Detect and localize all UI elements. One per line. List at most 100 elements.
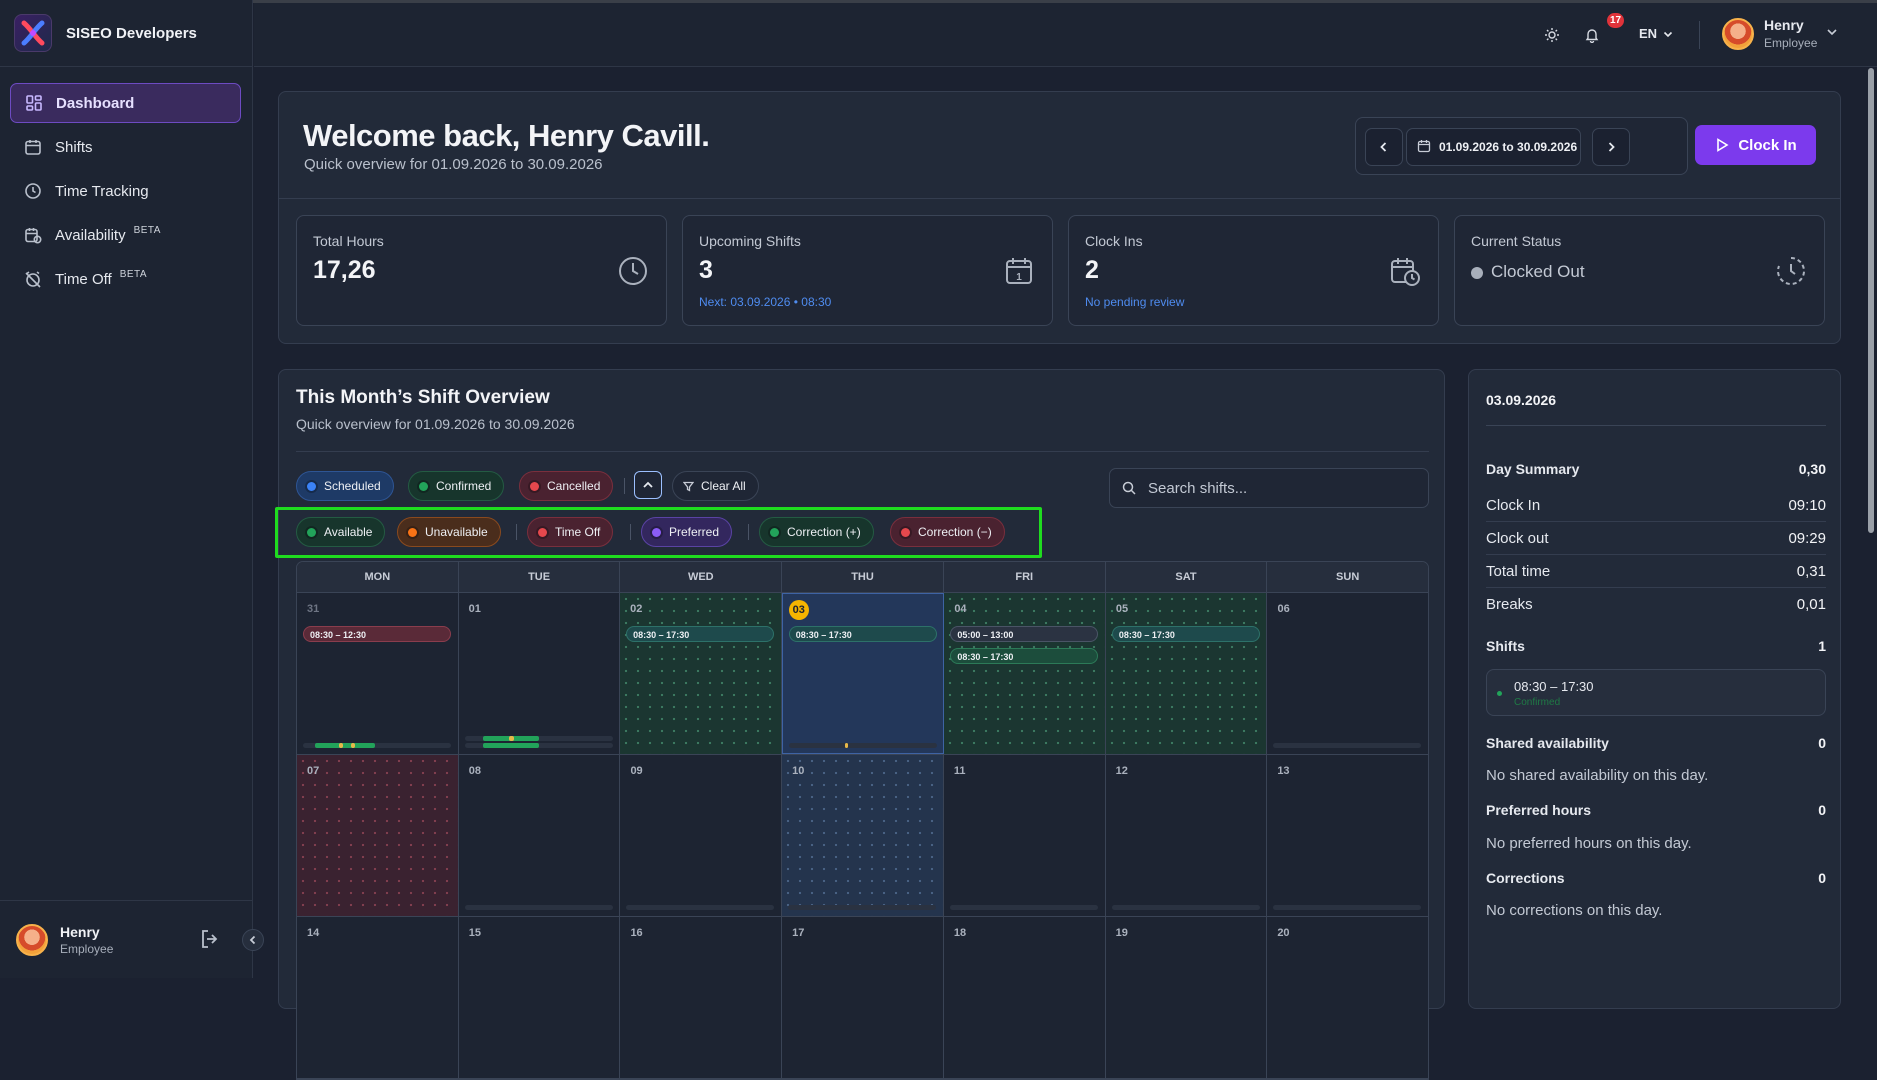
logout-icon[interactable] [198, 927, 222, 951]
shift-pill[interactable]: 08:30 – 17:30 [950, 648, 1099, 664]
calendar-day[interactable]: 04 05:00 – 13:00 08:30 – 17:30 [944, 593, 1106, 754]
day-number: 14 [307, 927, 320, 939]
avatar[interactable] [16, 923, 48, 956]
calendar-day[interactable]: 07 [297, 755, 459, 916]
row-label: Preferred hours [1486, 802, 1592, 818]
calendar-week: 14 15 16 17 18 19 20 [297, 917, 1428, 1079]
date-range-button[interactable]: 01.09.2026 to 30.09.2026 [1406, 128, 1581, 166]
day-detail-panel: 03.09.2026 Day Summary 0,30 Clock In 09:10… [1468, 369, 1841, 1009]
day-timeline-bar [1111, 905, 1260, 910]
day-number: 20 [1277, 927, 1290, 939]
chevron-down-icon [1663, 31, 1673, 37]
previous-range-button[interactable] [1365, 128, 1403, 166]
shift-pill[interactable]: 08:30 – 17:30 [1111, 626, 1260, 642]
row-label: Total time [1486, 563, 1551, 580]
calendar-day[interactable]: 11 [943, 755, 1106, 916]
calendar-icon [23, 137, 43, 157]
calendar-day[interactable]: 18 [943, 917, 1106, 1078]
calendar-day[interactable]: 05 08:30 – 17:30 [1105, 593, 1268, 754]
sidebar-item-label: Dashboard [56, 94, 135, 112]
brand[interactable]: SISEO Developers [0, 0, 253, 67]
filter-chip-scheduled[interactable]: Scheduled [296, 471, 394, 501]
sidebar-item-time-off[interactable]: Time Off BETA [10, 259, 241, 299]
calendar-day[interactable]: 12 [1105, 755, 1268, 916]
shift-pill[interactable]: 08:30 – 17:30 [626, 626, 775, 642]
search-input[interactable] [1146, 478, 1416, 498]
sidebar-item-label: Time Tracking [55, 182, 149, 200]
calendar-day[interactable]: 19 [1105, 917, 1268, 1078]
page-scrollbar[interactable] [1868, 68, 1874, 533]
timeline-segment [482, 743, 539, 748]
calendar-day[interactable]: 13 [1267, 755, 1428, 916]
theme-toggle-sun-icon[interactable] [1542, 25, 1562, 45]
sidebar: SISEO Developers Dashboard Shifts Time T… [0, 0, 253, 978]
alarm-off-icon [23, 269, 43, 289]
stat-total-hours: Total Hours 17,26 [296, 215, 667, 326]
calendar-day[interactable]: 02 08:30 – 17:30 [620, 593, 782, 754]
calendar-day[interactable]: 20 [1267, 917, 1428, 1078]
sidebar-item-time-tracking[interactable]: Time Tracking [10, 171, 241, 211]
day-number: 11 [953, 765, 966, 777]
filter-chip-cancelled[interactable]: Cancelled [519, 471, 614, 501]
stat-value: Clocked Out [1471, 262, 1585, 282]
search-shifts-field[interactable] [1109, 468, 1429, 508]
filter-chip-confirmed[interactable]: Confirmed [408, 471, 505, 501]
calendar-icon: 1 [1002, 254, 1036, 288]
calendar-day[interactable]: 09 [620, 755, 783, 916]
calendar-day-today[interactable]: 03 08:30 – 17:30 [781, 593, 945, 754]
user-menu-chevron-down-icon[interactable] [1826, 25, 1838, 43]
clear-all-filters-button[interactable]: Clear All [672, 471, 759, 501]
calendar-day[interactable]: 31 08:30 – 12:30 [297, 593, 459, 754]
chip-label: Confirmed [436, 479, 492, 493]
language-selector[interactable]: EN [1639, 26, 1673, 41]
sidebar-item-availability[interactable]: Availability BETA [10, 215, 241, 255]
calendar-day[interactable]: 16 [620, 917, 783, 1078]
day-number: 31 [307, 603, 320, 615]
next-range-button[interactable] [1592, 128, 1630, 166]
calendar-day[interactable]: 06 [1267, 593, 1428, 754]
calendar-day[interactable]: 17 [782, 917, 944, 1078]
shift-pill[interactable]: 05:00 – 13:00 [950, 626, 1099, 642]
timeline-segment [339, 743, 343, 748]
stat-label: Current Status [1471, 233, 1562, 249]
calendar-day[interactable]: 08 [458, 755, 621, 916]
shift-pill[interactable]: 08:30 – 17:30 [788, 626, 937, 642]
clock-icon [23, 181, 43, 201]
sidebar-collapse-button[interactable] [242, 929, 264, 951]
collapse-filters-button[interactable] [634, 471, 662, 499]
header-user-menu[interactable]: Henry Employee [1764, 17, 1817, 50]
day-number: 16 [630, 927, 643, 939]
day-shift-card[interactable]: 08:30 – 17:30 Confirmed [1486, 669, 1826, 716]
calendar-day[interactable]: 10 [782, 755, 944, 916]
stat-value: 2 [1085, 256, 1099, 284]
stat-label: Total Hours [313, 233, 384, 249]
row-label: Clock In [1486, 497, 1541, 514]
row-label: Day Summary [1486, 461, 1580, 477]
shift-pill[interactable]: 08:30 – 12:30 [303, 626, 451, 642]
sidebar-item-shifts[interactable]: Shifts [10, 127, 241, 167]
calendar-day[interactable]: 01 [458, 593, 621, 754]
clock-in-button[interactable]: Clock In [1695, 125, 1816, 165]
total-time-row: Total time 0,31 [1486, 563, 1826, 580]
row-label: Corrections [1486, 870, 1565, 886]
notification-count-badge: 17 [1607, 13, 1624, 28]
sidebar-item-dashboard[interactable]: Dashboard [10, 83, 241, 123]
row-value: 0,30 [1798, 461, 1826, 477]
clock-in-label: Clock In [1738, 136, 1797, 154]
calendar-week: 07 08 09 10 11 12 13 [297, 755, 1428, 917]
header-avatar[interactable] [1722, 18, 1754, 50]
calendar-day[interactable]: 14 [297, 917, 459, 1078]
status-dot [1471, 266, 1483, 279]
header-divider [1699, 21, 1700, 49]
stat-note: No pending review [1085, 295, 1185, 309]
calendar-day[interactable]: 15 [458, 917, 621, 1078]
dashboard-icon [24, 93, 44, 113]
status-dot [307, 481, 316, 491]
sidebar-user: Henry Employee [0, 900, 253, 978]
day-timeline-bar [1273, 743, 1422, 748]
stat-note: Next: 03.09.2026 • 08:30 [699, 295, 832, 309]
row-divider [1486, 587, 1826, 588]
chip-label: Cancelled [547, 479, 601, 493]
row-value: 1 [1818, 638, 1826, 654]
bell-icon[interactable] [1582, 25, 1602, 45]
